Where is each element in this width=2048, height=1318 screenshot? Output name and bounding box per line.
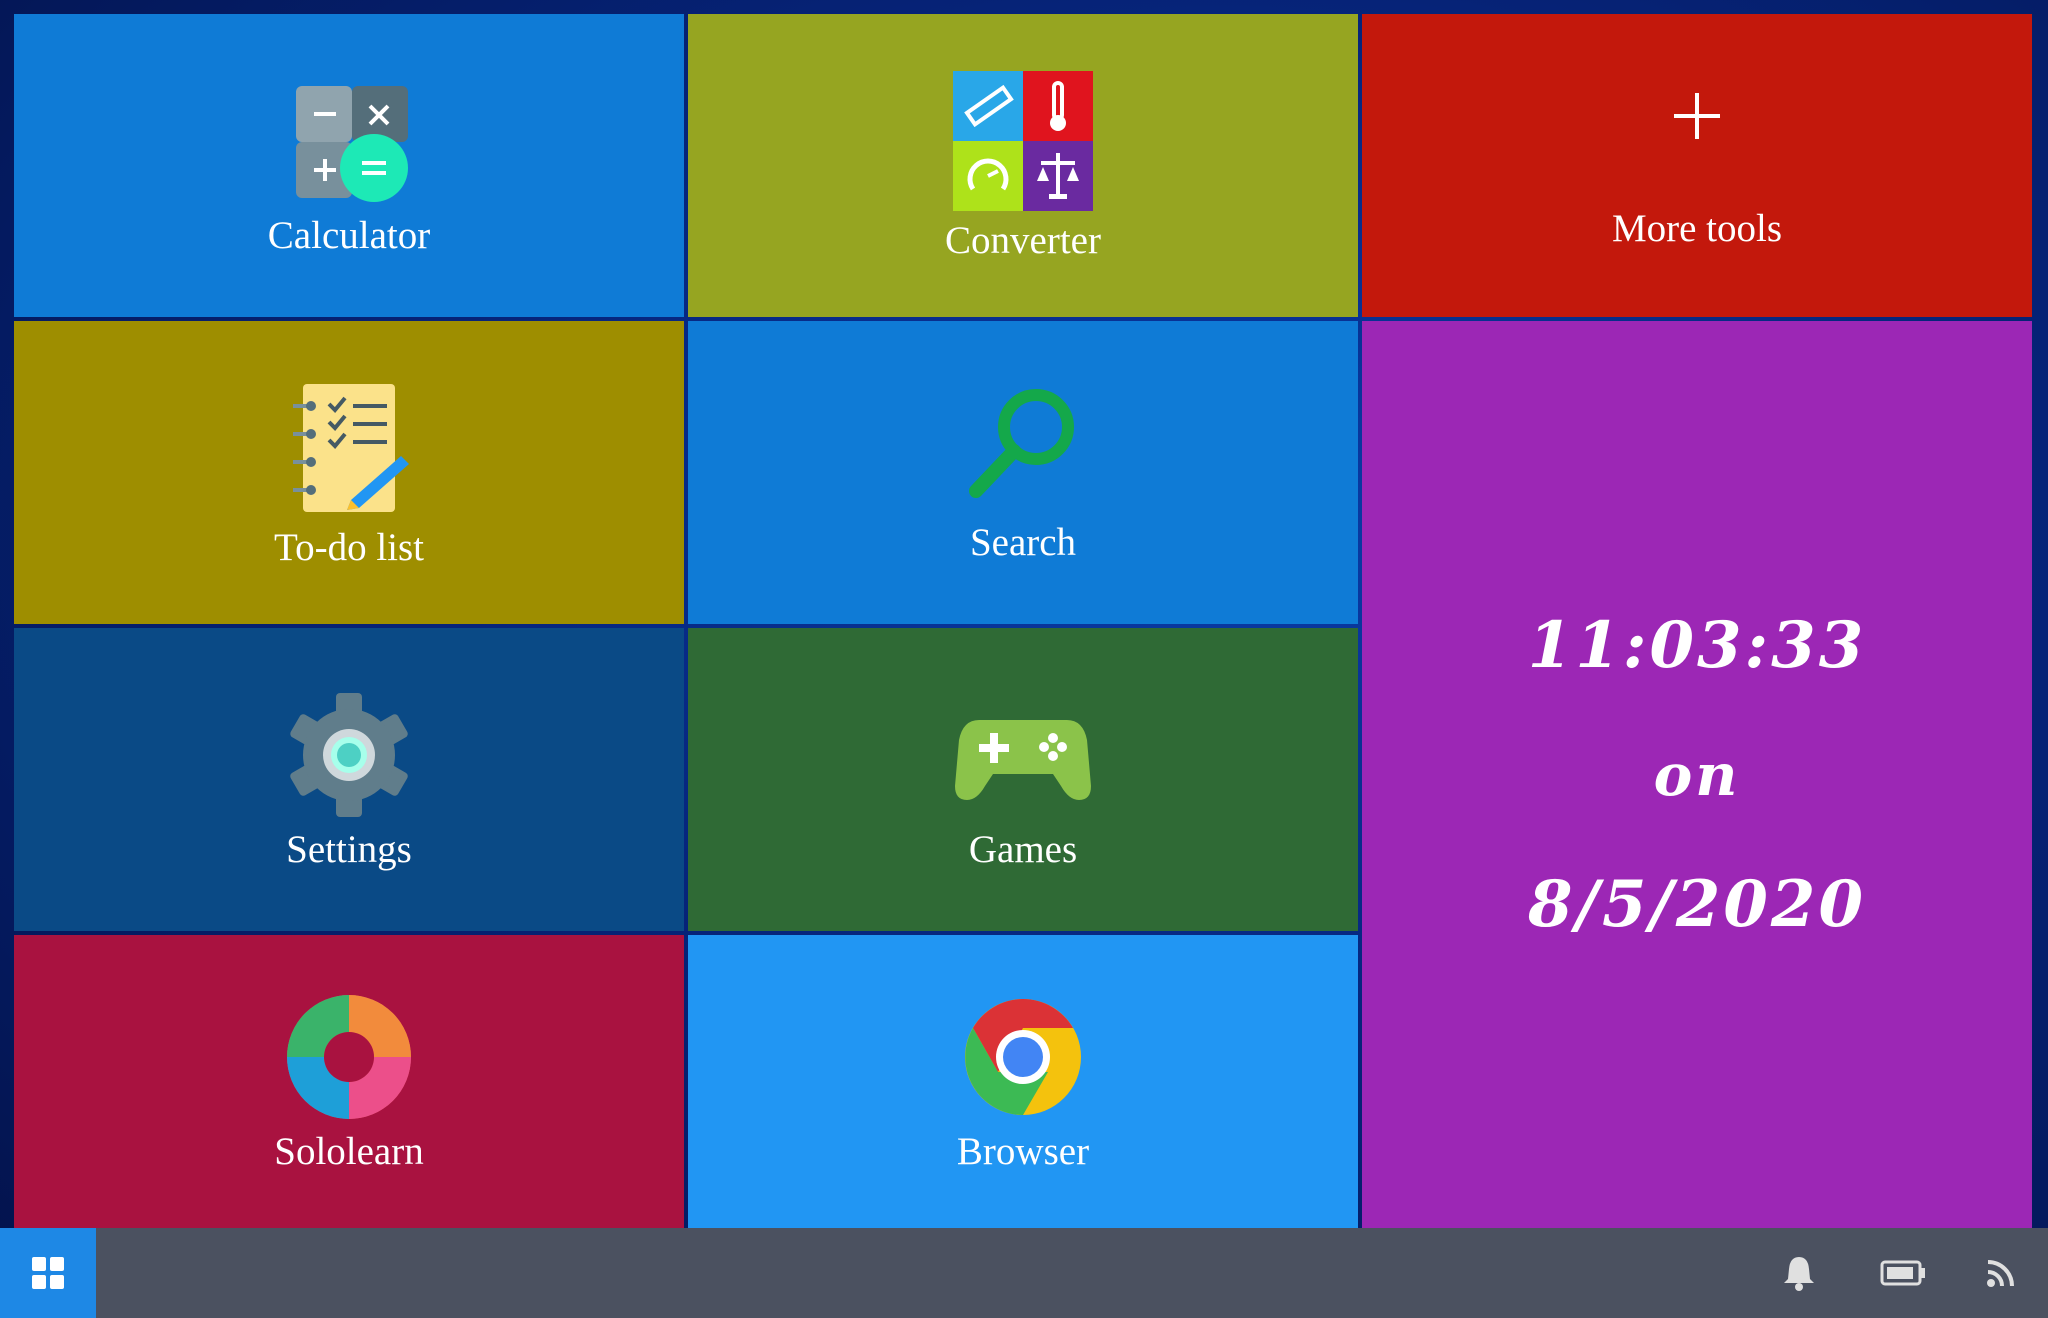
- gear-icon: [290, 693, 408, 817]
- converter-icon: [953, 71, 1093, 211]
- clock-date: 8/5/2020: [1528, 866, 1866, 942]
- browser-tile[interactable]: Browser: [688, 935, 1358, 1228]
- settings-label: Settings: [286, 828, 412, 871]
- rss-icon: [1987, 1260, 2014, 1287]
- todo-tile[interactable]: To-do list: [14, 321, 684, 624]
- gamepad-icon: [955, 720, 1091, 800]
- sololearn-label: Sololearn: [274, 1130, 424, 1173]
- calculator-icon: [296, 86, 408, 202]
- clock-time: 11:03:33: [1527, 607, 1867, 683]
- battery-icon: [1880, 1260, 1925, 1286]
- more-tools-tile[interactable]: More tools: [1362, 14, 2032, 317]
- browser-label: Browser: [956, 1130, 1090, 1173]
- sololearn-tile[interactable]: Sololearn: [14, 935, 684, 1228]
- search-tile[interactable]: Search: [688, 321, 1358, 624]
- notifications-button[interactable]: [1782, 1228, 1816, 1318]
- plus-icon: [1674, 93, 1720, 139]
- calculator-label: Calculator: [267, 214, 431, 257]
- network-button[interactable]: [1986, 1228, 2016, 1318]
- more-tools-label: More tools: [1611, 207, 1783, 250]
- windows-grid-icon: [32, 1257, 64, 1289]
- clock-tile: 11:03:33 on 8/5/2020: [1362, 321, 2032, 1228]
- start-button[interactable]: [0, 1228, 96, 1318]
- todo-list-icon: [293, 384, 409, 512]
- calculator-tile[interactable]: Calculator: [14, 14, 684, 317]
- chrome-icon: [965, 999, 1081, 1115]
- taskbar: [0, 1228, 2048, 1318]
- battery-button[interactable]: [1880, 1228, 1926, 1318]
- converter-label: Converter: [945, 219, 1101, 262]
- games-label: Games: [968, 828, 1078, 871]
- todo-label: To-do list: [273, 526, 425, 569]
- sololearn-icon: [287, 995, 411, 1119]
- bell-icon: [1784, 1257, 1814, 1291]
- clock-on: on: [1653, 740, 1741, 809]
- converter-tile[interactable]: Converter: [688, 14, 1358, 317]
- search-icon: [969, 389, 1074, 498]
- settings-tile[interactable]: Settings: [14, 628, 684, 931]
- search-label: Search: [969, 521, 1077, 564]
- games-tile[interactable]: Games: [688, 628, 1358, 931]
